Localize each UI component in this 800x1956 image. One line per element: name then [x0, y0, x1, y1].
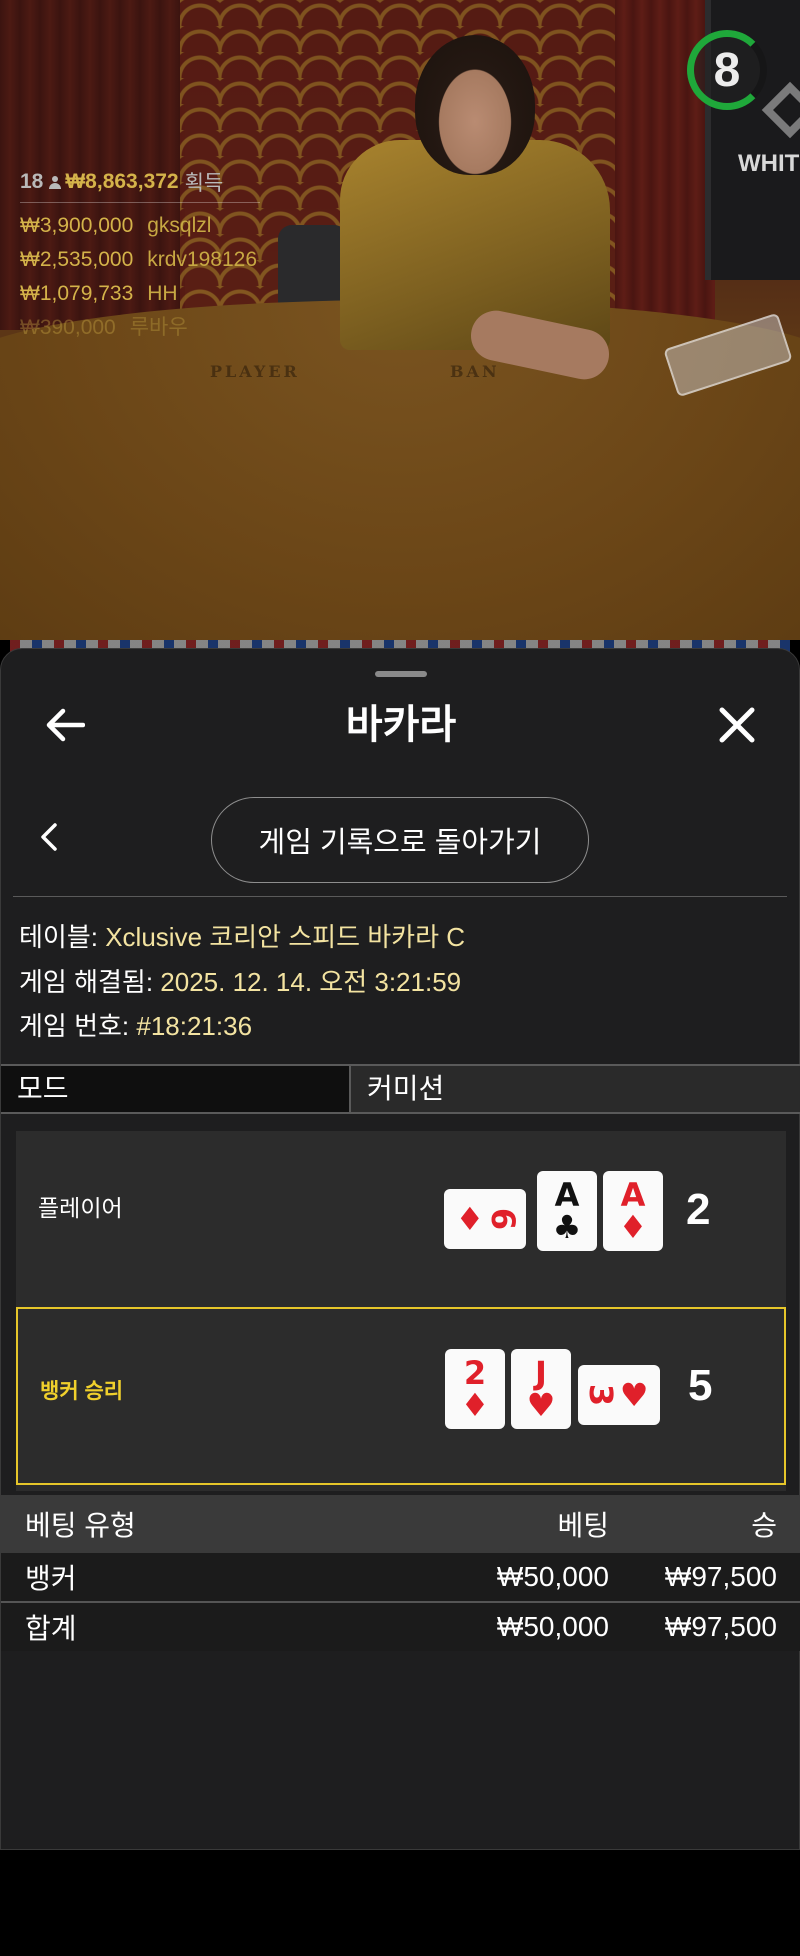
- winner-row: ₩1,079,733 HH: [20, 277, 260, 311]
- banker-card-3: 3 ♥: [578, 1365, 660, 1425]
- winners-total: ₩8,863,372: [65, 170, 179, 193]
- winners-total-suffix: 획득: [184, 172, 224, 195]
- bet-type-cell: 뱅커: [25, 1563, 77, 1594]
- header-win-amount: 승: [751, 1510, 777, 1541]
- felt-banker-label: BAN: [450, 362, 500, 381]
- player-card-2: A ♣: [537, 1171, 597, 1251]
- banker-hand: 뱅커 승리 2 ♦ J ♥ 3 ♥ 5: [16, 1307, 786, 1485]
- resolved-info-label: 게임 해결됨:: [19, 967, 161, 997]
- sheet-title: 바카라: [345, 703, 457, 747]
- resolved-info-value: 2025. 12. 14. 오전 3:21:59: [160, 967, 462, 997]
- view-segment-control: 모드 커미션: [1, 1064, 800, 1114]
- countdown-timer: 8: [687, 30, 767, 110]
- winners-overlay: 18 ₩8,863,372 획득 ₩3,900,000 gksqlzl ₩2,53…: [20, 168, 260, 345]
- card-suit: ♦: [455, 1200, 485, 1238]
- winner-name: 루바우: [129, 316, 188, 339]
- header-bet-amount: 베팅: [557, 1510, 609, 1541]
- win-amount-cell: ₩97,500: [664, 1561, 777, 1592]
- sheet-drag-handle[interactable]: [375, 671, 427, 677]
- winner-row: ₩3,900,000 gksqlzl: [20, 209, 260, 243]
- total-label: 합계: [25, 1613, 77, 1644]
- divider: [13, 896, 787, 897]
- winner-row: ₩390,000 루바우: [20, 311, 260, 345]
- round-result: 플레이어 ♦ 6 A ♣ A ♦ 2 뱅커 승리 2 ♦ J ♥ 3 ♥ 5: [16, 1131, 786, 1491]
- banker-card-1: 2 ♦: [445, 1349, 505, 1429]
- monitor-text: WHITE: [738, 150, 800, 177]
- card-rank: 2: [463, 1354, 487, 1392]
- card-suit: ♦: [460, 1386, 490, 1424]
- player-label: 플레이어: [38, 1195, 123, 1221]
- card-rank: J: [535, 1354, 547, 1392]
- bet-amount-cell: ₩50,000: [496, 1561, 609, 1592]
- live-video: WHITE PLAYER BAN 8 18 ₩8,863,372 획득 ₩3,9…: [0, 0, 800, 640]
- winner-row: ₩2,535,000 krdv198126: [20, 243, 260, 277]
- player-card-1: ♦ 6: [444, 1189, 526, 1249]
- card-rank: A: [620, 1176, 646, 1214]
- card-suit: ♥: [619, 1376, 649, 1414]
- close-icon: [719, 707, 755, 743]
- winner-count: 18: [20, 170, 44, 193]
- card-rank: 6: [484, 1207, 523, 1231]
- previous-button[interactable]: [31, 819, 67, 855]
- bottom-bar: [0, 1850, 800, 1956]
- banker-card-2: J ♥: [511, 1349, 571, 1429]
- winner-amount: ₩1,079,733: [20, 282, 134, 305]
- card-rank: A: [554, 1176, 580, 1214]
- winners-divider: [20, 202, 260, 203]
- person-icon: [49, 175, 62, 189]
- card-suit: ♦: [618, 1208, 648, 1246]
- resolved-info: 게임 해결됨: 2025. 12. 14. 오전 3:21:59: [19, 962, 461, 1002]
- table-info-label: 테이블:: [19, 922, 106, 952]
- winner-amount: ₩3,900,000: [20, 214, 134, 237]
- game-number-info: 게임 번호: #18:21:36: [19, 1006, 252, 1046]
- winner-name: gksqlzl: [147, 214, 212, 237]
- table-info: 테이블: Xclusive 코리안 스피드 바카라 C: [19, 917, 465, 957]
- game-number-label: 게임 번호:: [19, 1011, 137, 1041]
- banker-win-label: 뱅커 승리: [40, 1380, 124, 1403]
- winners-summary: 18 ₩8,863,372 획득: [20, 168, 260, 196]
- table-info-value: Xclusive 코리안 스피드 바카라 C: [105, 922, 465, 952]
- player-score: 2: [686, 1185, 711, 1234]
- game-number-value: #18:21:36: [136, 1011, 253, 1041]
- game-history-sheet: 바카라 게임 기록으로 돌아가기 테이블: Xclusive 코리안 스피드 바…: [0, 648, 800, 1850]
- chevron-left-icon: [41, 823, 57, 851]
- timer-value: 8: [713, 43, 741, 97]
- table-row: 뱅커 ₩50,000 ₩97,500: [1, 1553, 800, 1601]
- total-row: 합계 ₩50,000 ₩97,500: [1, 1603, 800, 1651]
- tab-mode[interactable]: 모드: [1, 1066, 351, 1112]
- winner-amount: ₩2,535,000: [20, 248, 134, 271]
- header-bet-type: 베팅 유형: [25, 1510, 136, 1541]
- total-bet: ₩50,000: [496, 1611, 609, 1642]
- close-button[interactable]: [711, 699, 763, 751]
- winner-name: HH: [147, 282, 178, 305]
- card-rank: 3: [581, 1383, 620, 1407]
- tab-commission[interactable]: 커미션: [351, 1066, 800, 1112]
- card-suit: ♣: [552, 1208, 582, 1246]
- total-win: ₩97,500: [664, 1611, 777, 1642]
- winner-amount: ₩390,000: [20, 316, 116, 339]
- card-suit: ♥: [526, 1386, 556, 1424]
- player-hand: 플레이어 ♦ 6 A ♣ A ♦ 2: [16, 1131, 786, 1307]
- felt-player-label: PLAYER: [210, 362, 300, 381]
- dealer-head: [415, 35, 535, 175]
- player-card-3: A ♦: [603, 1171, 663, 1251]
- bets-table-header: 베팅 유형 베팅 승: [1, 1495, 800, 1553]
- back-to-history-button[interactable]: 게임 기록으로 돌아가기: [211, 797, 589, 883]
- winner-name: krdv198126: [147, 248, 257, 271]
- banker-score: 5: [688, 1361, 713, 1410]
